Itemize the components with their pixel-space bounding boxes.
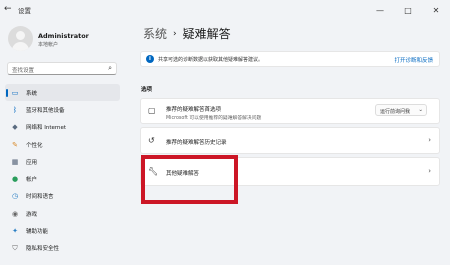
sidebar-item-7[interactable]: ◉ 游戏	[5, 205, 120, 222]
sidebar-item-3[interactable]: ✎ 个性化	[5, 136, 120, 153]
history-icon: ↺	[148, 136, 155, 145]
history-title: 推荐的疑难解答历史记录	[166, 140, 227, 146]
sidebar-item-label: 蓝牙和其他设备	[26, 107, 65, 114]
account-icon: ●	[11, 175, 19, 184]
info-icon: i	[146, 55, 154, 63]
highlight-box	[141, 155, 238, 204]
back-arrow-icon[interactable]: ←	[4, 4, 12, 14]
info-text: 共享可选的诊断数据以获取其他疑难解答建议。	[158, 57, 264, 63]
chevron-right-icon: ›	[428, 136, 431, 144]
chevron-right-icon: ›	[428, 167, 431, 175]
open-diagnostics-link[interactable]: 打开诊断和反馈	[394, 56, 433, 64]
sidebar-item-label: 个性化	[26, 142, 43, 149]
sidebar-item-label: 隐私和安全性	[26, 246, 60, 253]
bluetooth-icon: ᛒ	[12, 105, 18, 114]
clock-globe-icon: ◷	[11, 192, 19, 201]
preferences-dropdown[interactable]: 运行前询问我 ⌄	[375, 104, 427, 116]
sidebar-item-label: 时间和语言	[26, 194, 54, 201]
window-controls: — □ ✕	[366, 0, 450, 20]
chevron-down-icon: ⌄	[418, 106, 423, 113]
dropdown-value: 运行前询问我	[380, 108, 411, 115]
breadcrumb-parent[interactable]: 系统	[143, 27, 167, 41]
breadcrumb: 系统 › 疑难解答	[143, 25, 231, 42]
diagnostic-info-bar: i 共享可选的诊断数据以获取其他疑难解答建议。 打开诊断和反馈	[140, 51, 440, 67]
wifi-icon: ◆	[12, 123, 18, 132]
account-type: 本地帐户	[38, 42, 59, 48]
search-input[interactable]: 查找设置 ⌕	[7, 62, 117, 75]
minimize-icon[interactable]: —	[366, 0, 394, 20]
monitor-icon: ▭	[11, 88, 19, 97]
preferences-subtitle: Microsoft 可以使用推荐的疑难解答解决问题	[166, 116, 262, 121]
sidebar-item-label: 系统	[26, 90, 38, 97]
sidebar-item-5[interactable]: ● 帐户	[5, 170, 120, 187]
troubleshooter-preferences-card: ▢ 推荐的疑难解答首选项 Microsoft 可以使用推荐的疑难解答解决问题 运…	[140, 98, 440, 124]
sidebar-item-label: 游戏	[26, 211, 38, 218]
maximize-icon[interactable]: □	[394, 0, 422, 20]
search-placeholder: 查找设置	[12, 68, 35, 74]
sidebar-item-8[interactable]: ✦ 辅助功能	[5, 222, 120, 239]
brush-icon: ✎	[12, 140, 18, 149]
apps-icon: ▦	[11, 157, 19, 166]
sidebar-item-label: 网络和 Internet	[26, 125, 67, 132]
chat-bubble-icon: ▢	[148, 106, 156, 115]
avatar	[8, 26, 33, 51]
sidebar-item-label: 应用	[26, 159, 38, 166]
settings-window: ← 设置 — □ ✕ Administrator 本地帐户 查找设置 ⌕ ▭ 系统…	[0, 0, 450, 265]
window-title: 设置	[18, 7, 31, 15]
sidebar-nav: ▭ 系统 ᛒ 蓝牙和其他设备 ◆ 网络和 Internet ✎ 个性化 ▦ 应用 ● 帐户 ◷ 时间和语言…	[5, 84, 120, 257]
sidebar-item-6[interactable]: ◷ 时间和语言	[5, 188, 120, 205]
sidebar-item-0[interactable]: ▭ 系统	[5, 84, 120, 102]
sidebar-item-9[interactable]: ⛉ 隐私和安全性	[5, 240, 120, 257]
sidebar-item-4[interactable]: ▦ 应用	[5, 153, 120, 170]
gamepad-icon: ◉	[11, 209, 19, 218]
accessibility-icon: ✦	[12, 227, 18, 236]
sidebar-item-1[interactable]: ᛒ 蓝牙和其他设备	[5, 101, 120, 118]
preferences-title: 推荐的疑难解答首选项	[166, 107, 222, 113]
sidebar-item-2[interactable]: ◆ 网络和 Internet	[5, 119, 120, 136]
close-icon[interactable]: ✕	[422, 0, 450, 20]
active-indicator	[6, 89, 8, 97]
search-icon: ⌕	[108, 64, 112, 72]
page-title: 疑难解答	[182, 27, 231, 41]
troubleshooter-history-card[interactable]: ↺ 推荐的疑难解答历史记录 ›	[140, 127, 440, 154]
breadcrumb-separator: ›	[173, 29, 177, 39]
section-label: 选项	[141, 87, 153, 93]
user-name: Administrator	[38, 32, 89, 40]
sidebar-item-label: 帐户	[26, 177, 38, 184]
sidebar-item-label: 辅助功能	[26, 229, 49, 236]
shield-icon: ⛉	[12, 243, 18, 252]
title-bar: ← 设置 — □ ✕	[0, 0, 450, 20]
